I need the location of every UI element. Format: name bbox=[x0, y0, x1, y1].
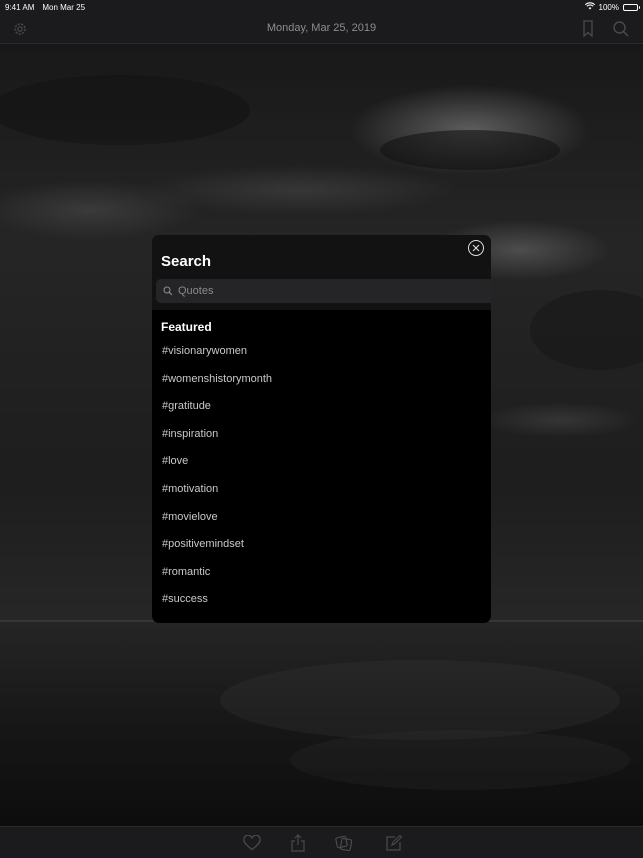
heart-icon[interactable] bbox=[243, 834, 261, 852]
close-icon bbox=[472, 244, 480, 252]
status-bar: 9:41 AM Mon Mar 25 100% bbox=[0, 0, 643, 14]
status-date: Mon Mar 25 bbox=[42, 2, 86, 12]
tag-item[interactable]: #success bbox=[152, 586, 491, 614]
edit-icon[interactable] bbox=[385, 834, 403, 852]
share-icon[interactable] bbox=[289, 834, 307, 852]
tag-item[interactable]: #positivemindset bbox=[152, 531, 491, 559]
battery-percent: 100% bbox=[598, 2, 619, 12]
modal-header: Search bbox=[152, 235, 491, 275]
theme-icon[interactable] bbox=[335, 834, 353, 852]
nav-bar: Monday, Mar 25, 2019 bbox=[0, 14, 643, 44]
bottom-toolbar bbox=[0, 826, 643, 858]
search-icon bbox=[163, 286, 173, 296]
close-button[interactable] bbox=[468, 240, 484, 256]
featured-heading: Featured bbox=[161, 320, 212, 334]
tag-item[interactable]: #motivation bbox=[152, 476, 491, 504]
bookmark-icon[interactable] bbox=[579, 20, 597, 38]
tag-item[interactable]: #inspiration bbox=[152, 421, 491, 449]
battery-icon bbox=[623, 3, 640, 11]
tag-item[interactable]: #visionarywomen bbox=[152, 338, 491, 366]
wifi-icon bbox=[584, 2, 595, 12]
search-modal: Search Featured #visionarywomen #womensh… bbox=[152, 235, 491, 623]
search-icon[interactable] bbox=[612, 20, 630, 38]
search-input[interactable] bbox=[178, 285, 468, 297]
search-field[interactable] bbox=[156, 279, 491, 303]
tag-item[interactable]: #romantic bbox=[152, 559, 491, 587]
tag-item[interactable]: #gratitude bbox=[152, 393, 491, 421]
tag-item[interactable]: #womenshistorymonth bbox=[152, 366, 491, 394]
status-time: 9:41 AM bbox=[5, 2, 35, 12]
featured-tag-list: #visionarywomen #womenshistorymonth #gra… bbox=[152, 338, 491, 614]
modal-title: Search bbox=[161, 253, 212, 270]
nav-title: Monday, Mar 25, 2019 bbox=[266, 22, 377, 34]
search-bar bbox=[152, 275, 491, 310]
tag-item[interactable]: #movielove bbox=[152, 504, 491, 532]
tag-item[interactable]: #love bbox=[152, 448, 491, 476]
